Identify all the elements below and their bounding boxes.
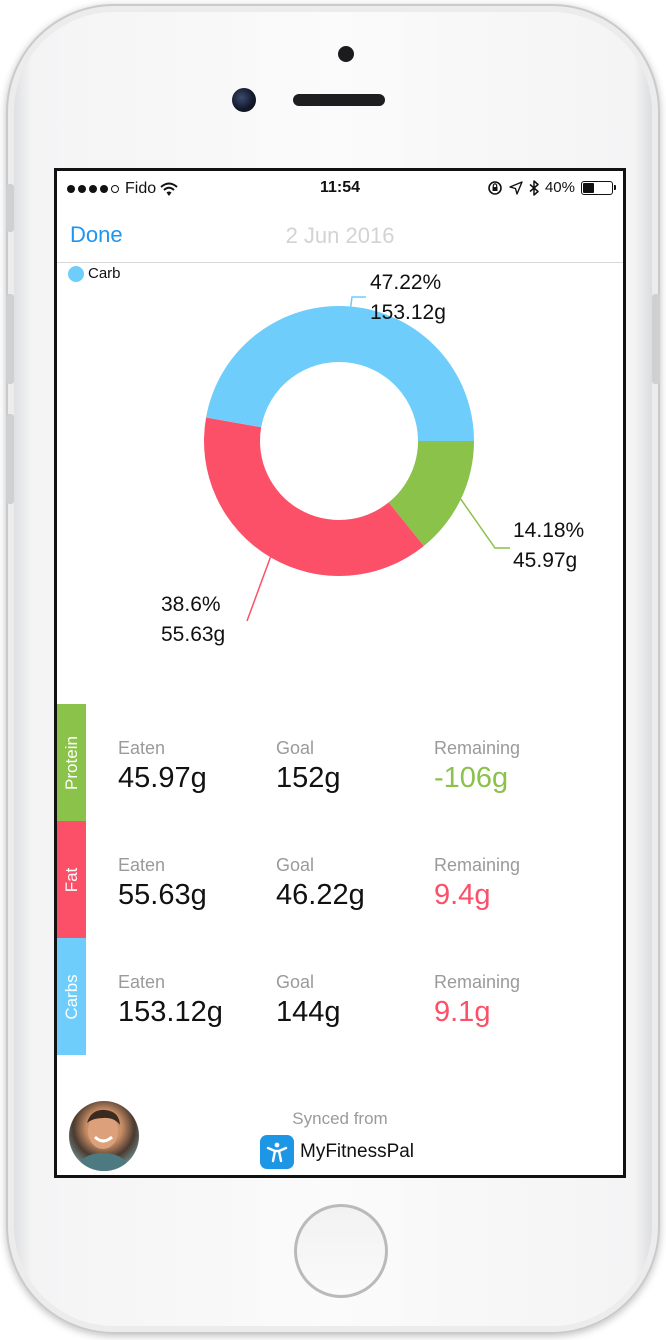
earpiece-speaker	[293, 94, 385, 106]
macro-donut-chart: 47.22% 153.12g 14.18% 45.97g 38.6% 55.63…	[161, 271, 584, 646]
power-button	[652, 294, 660, 384]
goal-value: 152g	[276, 762, 341, 794]
front-camera-icon	[232, 88, 256, 112]
bluetooth-icon	[529, 179, 539, 196]
goal-label: Goal	[276, 972, 315, 992]
carb-slice[interactable]	[206, 305, 474, 441]
myfitnesspal-label: MyFitnessPal	[300, 1141, 415, 1162]
status-right: 40%	[487, 179, 616, 196]
carb-grams-label: 153.12g	[370, 301, 446, 324]
remaining-value: 9.1g	[434, 996, 491, 1028]
home-button[interactable]	[294, 1204, 388, 1298]
macro-row-carbs: Carbs Eaten 153.12g Goal 144g Remaining …	[57, 938, 623, 1055]
carb-leader-line	[350, 296, 366, 307]
tab-protein[interactable]: Protein	[57, 704, 86, 821]
myfitnesspal-logo-icon	[260, 1135, 294, 1169]
fat-percent-label: 38.6%	[161, 593, 221, 616]
myfitnesspal-badge[interactable]: MyFitnessPal	[260, 1135, 414, 1169]
tab-carbs-label: Carbs	[61, 973, 81, 1020]
protein-leader-line	[460, 498, 510, 549]
remaining-label: Remaining	[434, 972, 521, 992]
goal-value: 144g	[276, 996, 341, 1028]
goal-label: Goal	[276, 855, 315, 875]
tab-fat-label: Fat	[61, 867, 81, 892]
remaining-value: -106g	[434, 762, 509, 794]
eaten-label: Eaten	[118, 855, 166, 875]
battery-percent: 40%	[544, 179, 575, 196]
eaten-value: 55.63g	[118, 879, 207, 911]
volume-up-button	[6, 294, 14, 384]
rotation-lock-icon	[488, 180, 502, 195]
macro-row-protein: Protein Eaten 45.97g Goal 152g Remaining…	[57, 704, 623, 821]
synced-from-label: Synced from	[292, 1109, 388, 1128]
eaten-label: Eaten	[118, 738, 166, 758]
navigation-bar: Done 2 Jun 2016	[57, 207, 623, 263]
protein-grams-label: 45.97g	[513, 549, 577, 572]
goal-value: 46.22g	[276, 879, 365, 911]
macro-row-fat: Fat Eaten 55.63g Goal 46.22g Remaining 9…	[57, 821, 623, 938]
tab-protein-label: Protein	[61, 735, 81, 790]
status-bar: Fido 11:54 40%	[57, 171, 623, 207]
app-screen: Fido 11:54 40% Done 2 Jun 2016 Carb 47.2…	[54, 168, 626, 1178]
remaining-label: Remaining	[434, 738, 521, 758]
eaten-value: 45.97g	[118, 762, 207, 794]
goal-label: Goal	[276, 738, 315, 758]
nav-title-date: 2 Jun 2016	[285, 223, 395, 248]
eaten-label: Eaten	[118, 972, 166, 992]
battery-icon	[581, 180, 616, 195]
fat-slice[interactable]	[204, 417, 424, 576]
remaining-label: Remaining	[434, 855, 521, 875]
tab-fat[interactable]: Fat	[57, 821, 86, 938]
fat-leader-line	[246, 557, 272, 622]
eaten-value: 153.12g	[118, 996, 223, 1028]
remaining-value: 9.4g	[434, 879, 491, 911]
battery-level	[583, 182, 595, 193]
proximity-sensor	[338, 46, 354, 62]
mute-switch	[6, 184, 14, 232]
volume-down-button	[6, 414, 14, 504]
location-arrow-icon	[509, 180, 523, 195]
carb-percent-label: 47.22%	[370, 271, 441, 294]
tab-carbs[interactable]: Carbs	[57, 938, 86, 1055]
protein-percent-label: 14.18%	[513, 519, 584, 542]
fat-grams-label: 55.63g	[161, 623, 225, 646]
